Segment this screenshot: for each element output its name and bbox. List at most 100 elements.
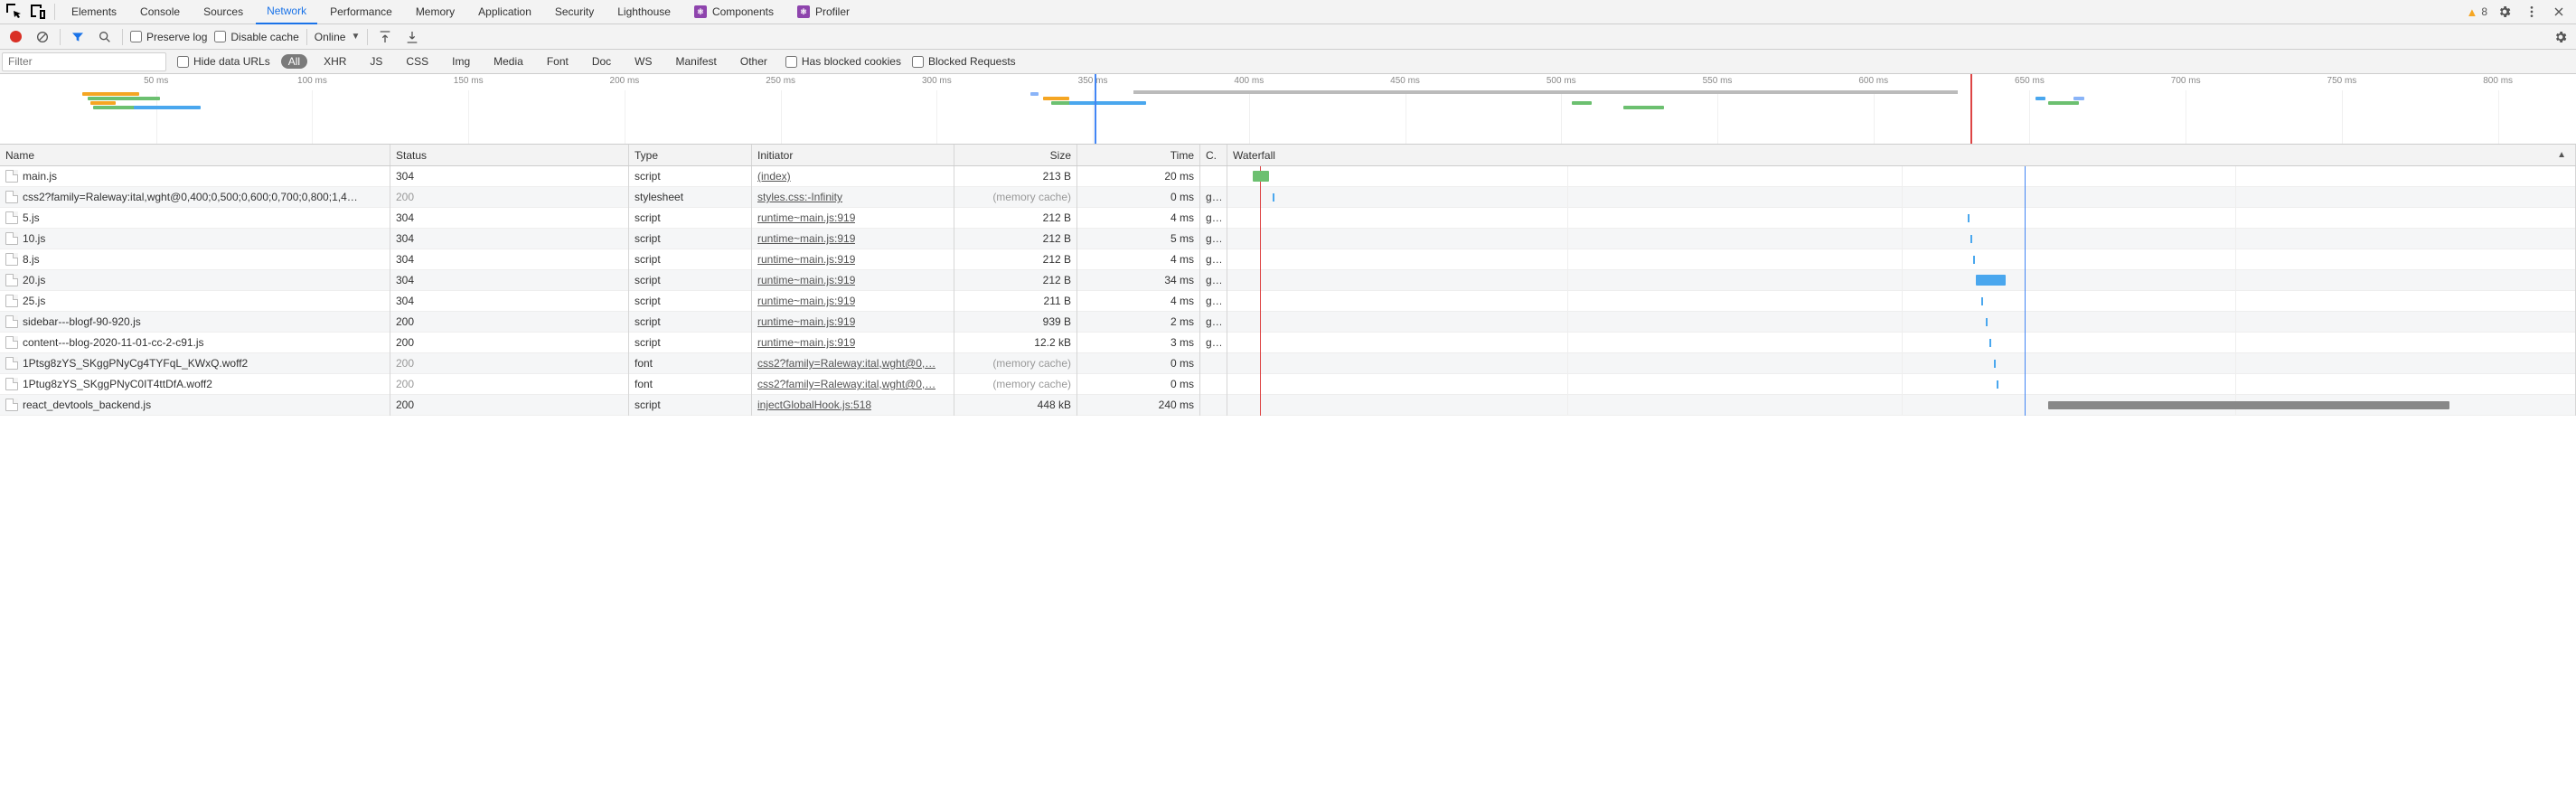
overview-gridline — [1561, 90, 1562, 144]
initiator-link[interactable]: css2?family=Raleway:ital,wght@0,… — [757, 357, 935, 370]
type-filter-other[interactable]: Other — [733, 54, 775, 69]
initiator-link[interactable]: (index) — [757, 170, 791, 183]
network-settings-icon[interactable] — [2551, 27, 2571, 47]
disable-cache-input[interactable] — [214, 31, 226, 42]
blocked-requests-input[interactable] — [912, 56, 924, 68]
table-row[interactable]: react_devtools_backend.js200scriptinject… — [0, 395, 2576, 416]
table-row[interactable]: main.js304script(index)213 B20 ms — [0, 166, 2576, 187]
tab-memory[interactable]: Memory — [405, 0, 465, 24]
table-row[interactable]: 1Ptug8zYS_SKggPNyC0IT4ttDfA.woff2200font… — [0, 374, 2576, 395]
col-header-initiator[interactable]: Initiator — [752, 145, 954, 165]
tab-performance[interactable]: Performance — [319, 0, 403, 24]
type-filter-xhr[interactable]: XHR — [316, 54, 353, 69]
type-filter-font[interactable]: Font — [540, 54, 576, 69]
network-overview[interactable]: 50 ms100 ms150 ms200 ms250 ms300 ms350 m… — [0, 74, 2576, 145]
type-filter-ws[interactable]: WS — [627, 54, 659, 69]
col-header-status[interactable]: Status — [390, 145, 629, 165]
file-icon — [5, 295, 18, 307]
import-har-icon[interactable] — [375, 27, 395, 47]
table-row[interactable]: content---blog-2020-11-01-cc-2-c91.js200… — [0, 333, 2576, 353]
kebab-menu-icon[interactable] — [2522, 2, 2542, 22]
has-blocked-cookies-input[interactable] — [785, 56, 797, 68]
has-blocked-cookies-checkbox[interactable]: Has blocked cookies — [785, 55, 901, 68]
cell-name: css2?family=Raleway:ital,wght@0,400;0,50… — [0, 187, 390, 208]
clear-button[interactable] — [33, 27, 52, 47]
type-filter-css[interactable]: CSS — [399, 54, 436, 69]
initiator-link[interactable]: styles.css:-Infinity — [757, 191, 842, 203]
col-header-type[interactable]: Type — [629, 145, 752, 165]
tab-elements[interactable]: Elements — [61, 0, 127, 24]
hide-data-urls-checkbox[interactable]: Hide data URLs — [177, 55, 270, 68]
table-row[interactable]: 10.js304scriptruntime~main.js:919212 B5 … — [0, 229, 2576, 249]
table-row[interactable]: sidebar---blogf-90-920.js200scriptruntim… — [0, 312, 2576, 333]
tab-sources[interactable]: Sources — [193, 0, 254, 24]
export-har-icon[interactable] — [402, 27, 422, 47]
filter-toggle-icon[interactable] — [68, 27, 88, 47]
tab-lighthouse[interactable]: Lighthouse — [606, 0, 682, 24]
table-row[interactable]: css2?family=Raleway:ital,wght@0,400;0,50… — [0, 187, 2576, 208]
overview-tick: 350 ms — [1078, 76, 1108, 86]
record-button[interactable] — [5, 27, 25, 47]
cell-type: font — [629, 374, 752, 395]
hide-data-urls-input[interactable] — [177, 56, 189, 68]
initiator-link[interactable]: css2?family=Raleway:ital,wght@0,… — [757, 378, 935, 390]
initiator-link[interactable]: runtime~main.js:919 — [757, 274, 855, 286]
waterfall-domcontent-marker — [1260, 229, 1261, 249]
initiator-link[interactable]: runtime~main.js:919 — [757, 211, 855, 224]
inspect-element-icon[interactable] — [4, 1, 25, 23]
type-filter-manifest[interactable]: Manifest — [669, 54, 724, 69]
tab-application[interactable]: Application — [467, 0, 542, 24]
waterfall-gridline — [2235, 333, 2236, 353]
col-header-waterfall[interactable]: Waterfall ▲ — [1227, 145, 2576, 165]
type-filter-js[interactable]: JS — [362, 54, 390, 69]
type-filter-img[interactable]: Img — [445, 54, 477, 69]
overview-tick: 450 ms — [1390, 76, 1420, 86]
divider — [367, 29, 368, 45]
tab-network[interactable]: Network — [256, 0, 317, 24]
waterfall-gridline — [1902, 291, 1903, 312]
overview-gridline — [2029, 90, 2030, 144]
col-header-time[interactable]: Time — [1077, 145, 1200, 165]
initiator-link[interactable]: injectGlobalHook.js:518 — [757, 399, 871, 411]
settings-icon[interactable] — [2495, 2, 2515, 22]
table-row[interactable]: 8.js304scriptruntime~main.js:919212 B4 m… — [0, 249, 2576, 270]
table-row[interactable]: 25.js304scriptruntime~main.js:919211 B4 … — [0, 291, 2576, 312]
close-icon[interactable] — [2549, 2, 2569, 22]
table-row[interactable]: 20.js304scriptruntime~main.js:919212 B34… — [0, 270, 2576, 291]
cell-time: 20 ms — [1077, 166, 1200, 187]
blocked-requests-checkbox[interactable]: Blocked Requests — [912, 55, 1016, 68]
cell-cookies: g… — [1200, 229, 1227, 249]
table-row[interactable]: 5.js304scriptruntime~main.js:919212 B4 m… — [0, 208, 2576, 229]
cell-time: 4 ms — [1077, 291, 1200, 312]
initiator-link[interactable]: runtime~main.js:919 — [757, 336, 855, 349]
initiator-link[interactable]: runtime~main.js:919 — [757, 295, 855, 307]
tab-components[interactable]: ⚛ Components — [683, 0, 785, 24]
disable-cache-checkbox[interactable]: Disable cache — [214, 31, 298, 43]
warnings-badge[interactable]: ▲ 8 — [2466, 5, 2487, 19]
tab-console[interactable]: Console — [129, 0, 191, 24]
tab-profiler[interactable]: ⚛ Profiler — [786, 0, 860, 24]
preserve-log-input[interactable] — [130, 31, 142, 42]
overview-gridline — [2342, 90, 2343, 144]
cell-cookies: g… — [1200, 312, 1227, 333]
col-header-size[interactable]: Size — [954, 145, 1077, 165]
throttling-select[interactable]: Online ▼ — [315, 31, 361, 43]
initiator-link[interactable]: runtime~main.js:919 — [757, 232, 855, 245]
col-header-name[interactable]: Name — [0, 145, 390, 165]
overview-top-marker — [1133, 90, 1958, 94]
initiator-link[interactable]: runtime~main.js:919 — [757, 253, 855, 266]
table-row[interactable]: 1Ptsg8zYS_SKggPNyCg4TYFqL_KWxQ.woff2200f… — [0, 353, 2576, 374]
initiator-link[interactable]: runtime~main.js:919 — [757, 315, 855, 328]
search-icon[interactable] — [95, 27, 115, 47]
col-header-cookies[interactable]: C. — [1200, 145, 1227, 165]
type-filter-media[interactable]: Media — [486, 54, 531, 69]
cell-status: 200 — [390, 395, 629, 416]
preserve-log-checkbox[interactable]: Preserve log — [130, 31, 207, 43]
filter-input[interactable] — [2, 52, 166, 71]
type-filter-doc[interactable]: Doc — [585, 54, 618, 69]
device-toolbar-icon[interactable] — [27, 1, 49, 23]
cell-name: react_devtools_backend.js — [0, 395, 390, 416]
type-filter-all[interactable]: All — [281, 54, 307, 69]
cell-status: 200 — [390, 187, 629, 208]
tab-security[interactable]: Security — [544, 0, 605, 24]
